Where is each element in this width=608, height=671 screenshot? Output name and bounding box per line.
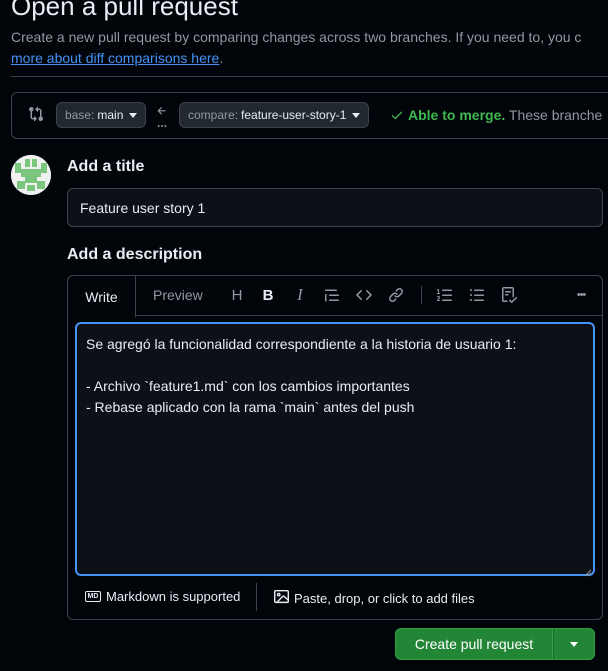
check-icon: [390, 108, 404, 125]
base-branch-label: base:: [65, 108, 95, 122]
diff-comparisons-link[interactable]: more about diff comparisons here: [11, 50, 219, 66]
create-options-dropdown[interactable]: [553, 628, 595, 660]
compare-branch-select[interactable]: compare: feature-user-story-1: [179, 102, 370, 128]
compare-branch-value: feature-user-story-1: [241, 108, 347, 122]
base-branch-value: main: [97, 108, 124, 122]
merge-detail-text: These branche: [508, 107, 603, 123]
base-branch-select[interactable]: base: main: [56, 102, 147, 128]
markdown-support-note[interactable]: MD Markdown is supported: [85, 589, 240, 604]
ellipsis-icon: [157, 117, 167, 131]
chevron-down-icon: [129, 112, 138, 118]
footer-divider: [256, 583, 257, 611]
create-pull-request-button[interactable]: Create pull request: [395, 628, 553, 660]
resize-handle-icon[interactable]: [584, 564, 592, 577]
description-label: Add a description: [67, 246, 203, 263]
header-divider: [11, 76, 608, 77]
bold-icon[interactable]: B: [257, 284, 279, 306]
ordered-list-icon[interactable]: [434, 284, 456, 306]
chevron-down-icon: [570, 641, 578, 647]
heading-icon[interactable]: H: [226, 284, 248, 306]
subtitle-period: .: [219, 50, 224, 66]
markdown-icon: MD: [85, 591, 101, 602]
avatar[interactable]: [11, 155, 51, 195]
tab-write[interactable]: Write: [68, 276, 136, 317]
page-title: Open a pull request: [11, 0, 238, 21]
merge-status: Able to merge. These branche: [390, 107, 602, 125]
italic-icon[interactable]: I: [289, 284, 311, 306]
toolbar-divider: [421, 286, 422, 304]
quote-icon[interactable]: [321, 284, 343, 306]
image-icon: [274, 589, 289, 607]
git-compare-icon: [28, 106, 46, 124]
identicon-icon: [11, 155, 51, 195]
more-icon[interactable]: •••: [570, 284, 592, 306]
code-icon[interactable]: [353, 284, 375, 306]
chevron-down-icon: [352, 112, 361, 118]
compare-branch-label: compare:: [188, 108, 239, 122]
title-label: Add a title: [67, 158, 145, 175]
page-subtitle-line2: more about diff comparisons here.: [11, 50, 223, 66]
attach-note-text: Paste, drop, or click to add files: [294, 590, 475, 606]
unordered-list-icon[interactable]: [466, 284, 488, 306]
page-subtitle: Create a new pull request by comparing c…: [11, 29, 582, 45]
link-icon[interactable]: [385, 284, 407, 306]
title-input[interactable]: [67, 188, 603, 227]
tab-preview[interactable]: Preview: [153, 287, 203, 303]
description-textarea[interactable]: Se agregó la funcionalidad correspondien…: [75, 322, 595, 576]
markdown-note-text: Markdown is supported: [106, 589, 241, 604]
merge-ok-text: Able to merge.: [408, 107, 506, 123]
task-list-icon[interactable]: [498, 284, 520, 306]
attach-files-button[interactable]: Paste, drop, or click to add files: [274, 589, 475, 607]
